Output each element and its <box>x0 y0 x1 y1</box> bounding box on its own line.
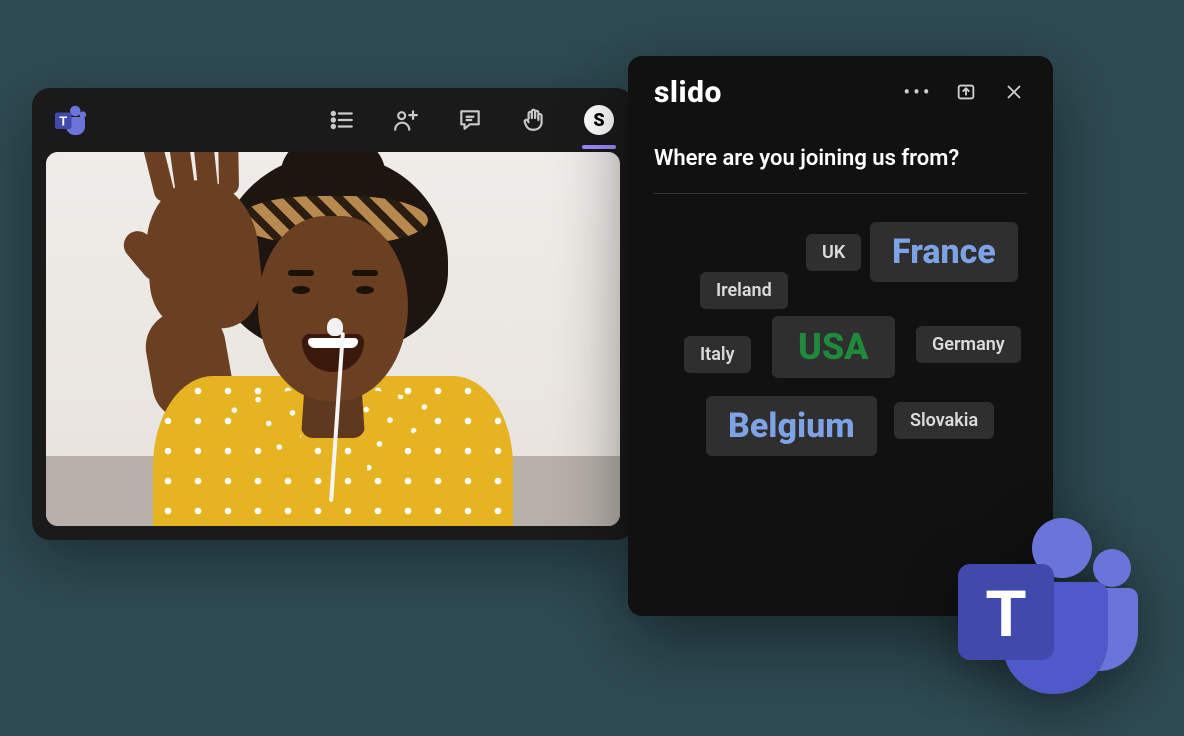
wordcloud-chip-italy[interactable]: Italy <box>684 336 751 373</box>
wordcloud-chip-uk[interactable]: UK <box>806 234 861 271</box>
close-icon[interactable] <box>1001 79 1027 105</box>
meeting-video <box>46 152 620 526</box>
teams-toolbar: T <box>32 88 634 152</box>
wordcloud-chip-germany[interactable]: Germany <box>916 326 1021 363</box>
wordcloud: UK France Ireland Italy USA Germany Belg… <box>654 228 1027 528</box>
wordcloud-chip-belgium[interactable]: Belgium <box>706 396 877 456</box>
svg-text:T: T <box>59 113 67 128</box>
slido-brand: slido <box>654 75 722 110</box>
poll-question: Where are you joining us from? <box>654 146 1027 171</box>
svg-text:T: T <box>986 576 1026 650</box>
slido-panel-header: slido ••• <box>654 56 1027 128</box>
people-icon[interactable] <box>392 106 420 134</box>
slido-badge-letter: S <box>593 110 604 131</box>
raise-hand-icon[interactable] <box>520 106 548 134</box>
toolbar-icon-group: S <box>328 105 614 135</box>
divider <box>654 193 1027 194</box>
wordcloud-chip-france[interactable]: France <box>870 222 1018 282</box>
wordcloud-chip-slovakia[interactable]: Slovakia <box>894 402 994 439</box>
more-options-icon[interactable]: ••• <box>905 79 931 105</box>
teams-logo-icon: T <box>50 100 90 140</box>
chat-icon[interactable] <box>456 106 484 134</box>
wordcloud-chip-ireland[interactable]: Ireland <box>700 272 788 309</box>
slido-tab-icon[interactable]: S <box>584 105 614 135</box>
wordcloud-chip-usa[interactable]: USA <box>772 316 895 378</box>
popout-icon[interactable] <box>953 79 979 105</box>
active-tab-indicator <box>582 145 616 149</box>
teams-logo-large-icon: T <box>944 510 1144 710</box>
list-icon[interactable] <box>328 106 356 134</box>
teams-meeting-window: T <box>32 88 634 540</box>
